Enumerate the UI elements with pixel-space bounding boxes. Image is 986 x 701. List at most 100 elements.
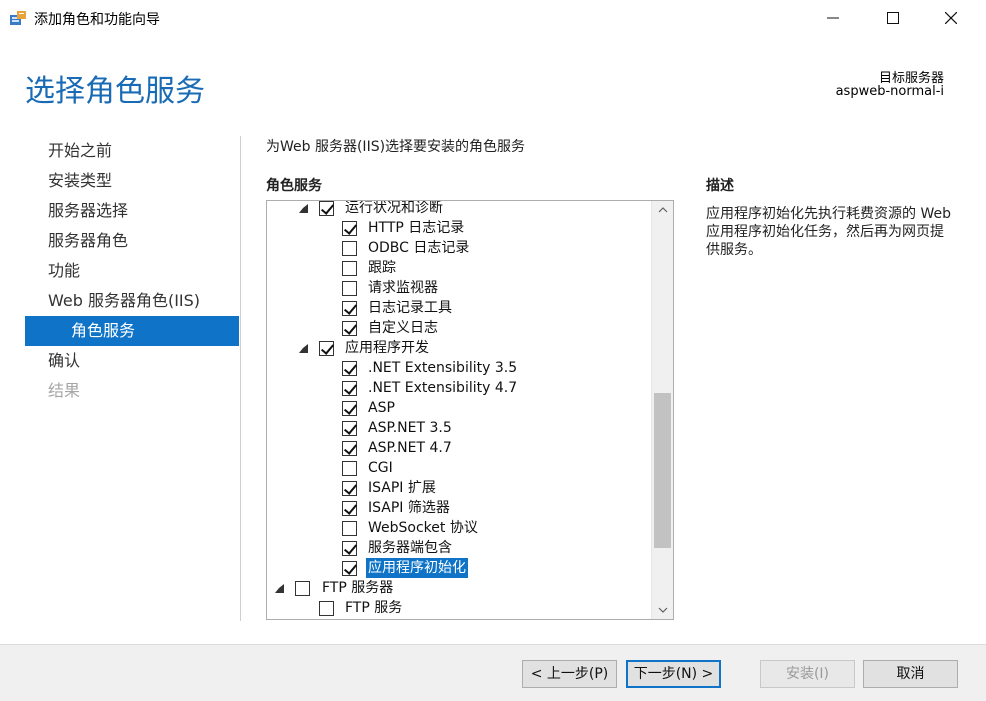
tree-item-label: FTP 服务器 xyxy=(322,580,394,596)
tree-item-label: WebSocket 协议 xyxy=(368,520,478,536)
nav-item-installation-type[interactable]: 安装类型 xyxy=(25,166,239,196)
tree-item-label: 请求监视器 xyxy=(368,280,438,296)
role-services-tree[interactable]: 运行状况和诊断 HTTP 日志记录 ODBC 日志记录 跟踪 请求监视器 日志记… xyxy=(266,200,674,620)
tree-item[interactable]: ISAPI 扩展 xyxy=(267,478,651,498)
vertical-scrollbar[interactable] xyxy=(651,201,673,619)
collapse-icon[interactable] xyxy=(275,584,284,593)
minimize-button[interactable] xyxy=(810,0,856,36)
tree-item[interactable]: ODBC 日志记录 xyxy=(267,238,651,258)
collapse-icon[interactable] xyxy=(299,204,308,213)
tree-item-label: 服务器端包含 xyxy=(368,540,452,556)
nav-item-features[interactable]: 功能 xyxy=(25,256,239,286)
checkbox[interactable] xyxy=(342,221,357,236)
previous-button[interactable]: < 上一步(P) xyxy=(522,660,617,688)
tree-item[interactable]: FTP 服务器 xyxy=(267,578,651,598)
checkbox[interactable] xyxy=(342,281,357,296)
checkbox[interactable] xyxy=(342,541,357,556)
tree-item[interactable]: .NET Extensibility 4.7 xyxy=(267,378,651,398)
close-button[interactable] xyxy=(928,0,974,36)
tree-item-label: ODBC 日志记录 xyxy=(368,240,470,256)
tree-item[interactable]: 跟踪 xyxy=(267,258,651,278)
page-title: 选择角色服务 xyxy=(25,74,205,109)
tree-item[interactable]: 运行状况和诊断 xyxy=(267,200,651,218)
nav-item-role-services[interactable]: 角色服务 xyxy=(25,316,239,346)
maximize-icon xyxy=(887,12,899,24)
tree-item[interactable]: 服务器端包含 xyxy=(267,538,651,558)
tree-item[interactable]: ISAPI 筛选器 xyxy=(267,498,651,518)
tree-item-label: 跟踪 xyxy=(368,260,396,276)
description-header: 描述 xyxy=(706,178,734,194)
tree-item-label: ISAPI 筛选器 xyxy=(368,500,450,516)
tree-item-label: ASP.NET 4.7 xyxy=(368,440,452,456)
checkbox[interactable] xyxy=(342,461,357,476)
window-title: 添加角色和功能向导 xyxy=(34,12,160,28)
checkbox[interactable] xyxy=(342,301,357,316)
checkbox[interactable] xyxy=(319,601,334,616)
title-bar: 添加角色和功能向导 xyxy=(0,0,986,36)
checkbox[interactable] xyxy=(342,561,357,576)
tree-item-label: ASP.NET 3.5 xyxy=(368,420,452,436)
nav-item-server-roles[interactable]: 服务器角色 xyxy=(25,226,239,256)
instruction-text: 为Web 服务器(IIS)选择要安装的角色服务 xyxy=(266,139,526,155)
tree-item-label: 自定义日志 xyxy=(368,320,438,336)
checkbox[interactable] xyxy=(342,481,357,496)
tree-item-label: 应用程序初始化 xyxy=(366,558,468,578)
checkbox[interactable] xyxy=(342,361,357,376)
tree-item-label: 运行状况和诊断 xyxy=(345,200,443,216)
tree-item-label: .NET Extensibility 4.7 xyxy=(368,380,518,396)
tree-item[interactable]: ASP.NET 3.5 xyxy=(267,418,651,438)
nav-item-results: 结果 xyxy=(48,381,81,400)
tree-content: 运行状况和诊断 HTTP 日志记录 ODBC 日志记录 跟踪 请求监视器 日志记… xyxy=(267,200,651,618)
scroll-thumb[interactable] xyxy=(654,393,671,548)
install-button: 安装(I) xyxy=(760,660,855,688)
checkbox[interactable] xyxy=(319,341,334,356)
nav-item-server-selection[interactable]: 服务器选择 xyxy=(25,196,239,226)
checkbox[interactable] xyxy=(342,241,357,256)
tree-item-label: ISAPI 扩展 xyxy=(368,480,436,496)
checkbox[interactable] xyxy=(295,581,310,596)
nav-item-web-server-role[interactable]: Web 服务器角色(IIS) xyxy=(25,286,239,316)
maximize-button[interactable] xyxy=(870,0,916,36)
tree-item-label: HTTP 日志记录 xyxy=(368,220,465,236)
tree-item[interactable]: 日志记录工具 xyxy=(267,298,651,318)
nav-item-confirmation[interactable]: 确认 xyxy=(25,346,239,376)
tree-item[interactable]: CGI xyxy=(267,458,651,478)
tree-item[interactable]: 请求监视器 xyxy=(267,278,651,298)
tree-item-label: .NET Extensibility 3.5 xyxy=(368,360,518,376)
tree-item-selected[interactable]: 应用程序初始化 xyxy=(267,558,651,578)
close-icon xyxy=(945,12,957,24)
next-button[interactable]: 下一步(N) > xyxy=(626,660,721,688)
target-server-name: aspweb-normal-i xyxy=(835,84,944,99)
tree-item[interactable]: FTP 服务 xyxy=(267,598,651,618)
tree-item-label: CGI xyxy=(368,460,393,476)
tree-item[interactable]: .NET Extensibility 3.5 xyxy=(267,358,651,378)
tree-item-label: FTP 服务 xyxy=(345,600,403,616)
wizard-footer: < 上一步(P) 下一步(N) > 安装(I) 取消 xyxy=(0,644,986,701)
checkbox[interactable] xyxy=(342,501,357,516)
tree-item[interactable]: WebSocket 协议 xyxy=(267,518,651,538)
checkbox[interactable] xyxy=(319,201,334,216)
nav-divider xyxy=(240,136,241,621)
tree-item[interactable]: HTTP 日志记录 xyxy=(267,218,651,238)
tree-item[interactable]: ASP.NET 4.7 xyxy=(267,438,651,458)
tree-item[interactable]: 应用程序开发 xyxy=(267,338,651,358)
role-services-header: 角色服务 xyxy=(266,178,322,194)
tree-item[interactable]: ASP xyxy=(267,398,651,418)
scroll-down-icon[interactable] xyxy=(658,605,668,615)
tree-item-label: 应用程序开发 xyxy=(345,340,429,356)
scroll-up-icon[interactable] xyxy=(658,205,668,215)
nav-item-before-you-begin[interactable]: 开始之前 xyxy=(25,136,239,166)
checkbox[interactable] xyxy=(342,521,357,536)
checkbox[interactable] xyxy=(342,321,357,336)
minimize-icon xyxy=(827,17,839,19)
checkbox[interactable] xyxy=(342,401,357,416)
tree-item[interactable]: 自定义日志 xyxy=(267,318,651,338)
description-text: 应用程序初始化先执行耗费资源的 Web 应用程序初始化任务，然后再为网页提供服务… xyxy=(706,206,951,258)
tree-item-label: ASP xyxy=(368,400,395,416)
collapse-icon[interactable] xyxy=(299,344,308,353)
checkbox[interactable] xyxy=(342,381,357,396)
checkbox[interactable] xyxy=(342,261,357,276)
checkbox[interactable] xyxy=(342,421,357,436)
checkbox[interactable] xyxy=(342,441,357,456)
cancel-button[interactable]: 取消 xyxy=(863,660,958,688)
